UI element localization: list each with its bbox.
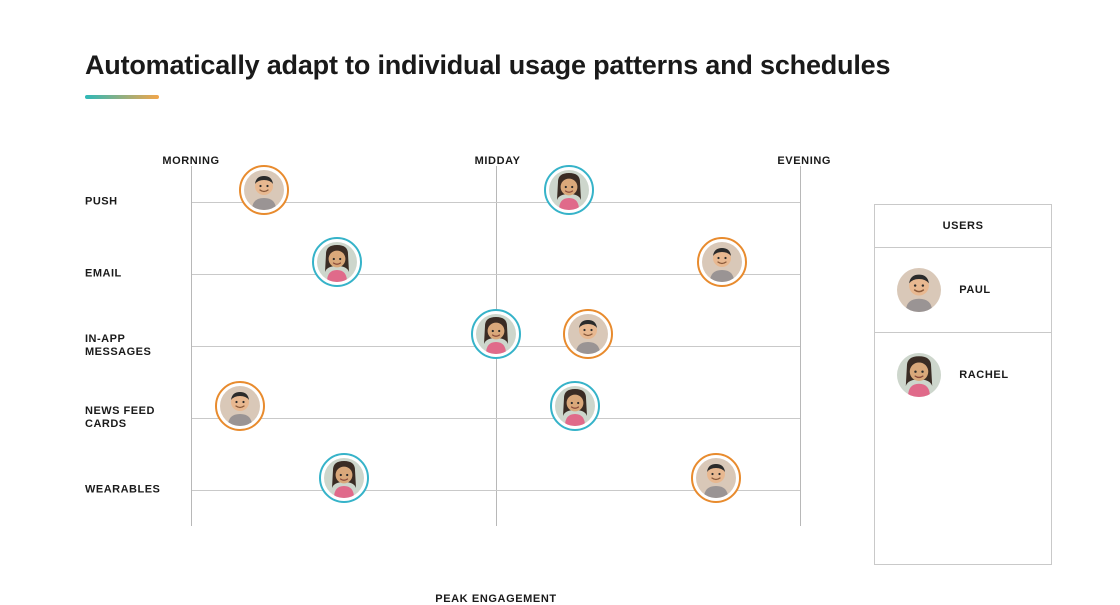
engagement-point-paul	[215, 381, 265, 431]
legend-title: USERS	[875, 205, 1051, 248]
avatar-paul	[220, 386, 260, 426]
avatar-rachel	[555, 386, 595, 426]
row-label: NEWS FEED CARDS	[85, 405, 185, 431]
avatar-paul	[702, 242, 742, 282]
legend-user-paul: PAUL	[875, 248, 1051, 333]
x-axis-label: PEAK ENGAGEMENT	[191, 593, 801, 605]
legend-user-rachel: RACHEL	[875, 333, 1051, 417]
engagement-point-paul	[239, 165, 289, 215]
row-label: PUSH	[85, 195, 185, 208]
engagement-point-rachel	[312, 237, 362, 287]
avatar-paul	[696, 458, 736, 498]
avatar-paul	[897, 268, 941, 312]
engagement-point-paul	[691, 453, 741, 503]
engagement-point-rachel	[550, 381, 600, 431]
engagement-chart: MORNINGMIDDAYEVENING PUSHEMAILIN-APP MES…	[85, 148, 804, 565]
users-legend: USERS PAUL RACHEL	[874, 204, 1052, 565]
legend-user-name: RACHEL	[959, 369, 1008, 381]
avatar-rachel	[317, 242, 357, 282]
engagement-point-rachel	[319, 453, 369, 503]
title-accent	[85, 95, 159, 99]
avatar-rachel	[476, 314, 516, 354]
row-label: IN-APP MESSAGES	[85, 333, 185, 359]
legend-user-name: PAUL	[959, 284, 991, 296]
avatar-paul	[244, 170, 284, 210]
engagement-point-paul	[563, 309, 613, 359]
engagement-point-rachel	[544, 165, 594, 215]
row-label: WEARABLES	[85, 483, 185, 496]
row-label: EMAIL	[85, 267, 185, 280]
avatar-rachel	[549, 170, 589, 210]
engagement-point-paul	[697, 237, 747, 287]
avatar-rachel	[324, 458, 364, 498]
avatar-paul	[568, 314, 608, 354]
engagement-point-rachel	[471, 309, 521, 359]
avatar-rachel	[897, 353, 941, 397]
page-title: Automatically adapt to individual usage …	[85, 50, 1050, 81]
grid-row-line	[192, 418, 800, 419]
